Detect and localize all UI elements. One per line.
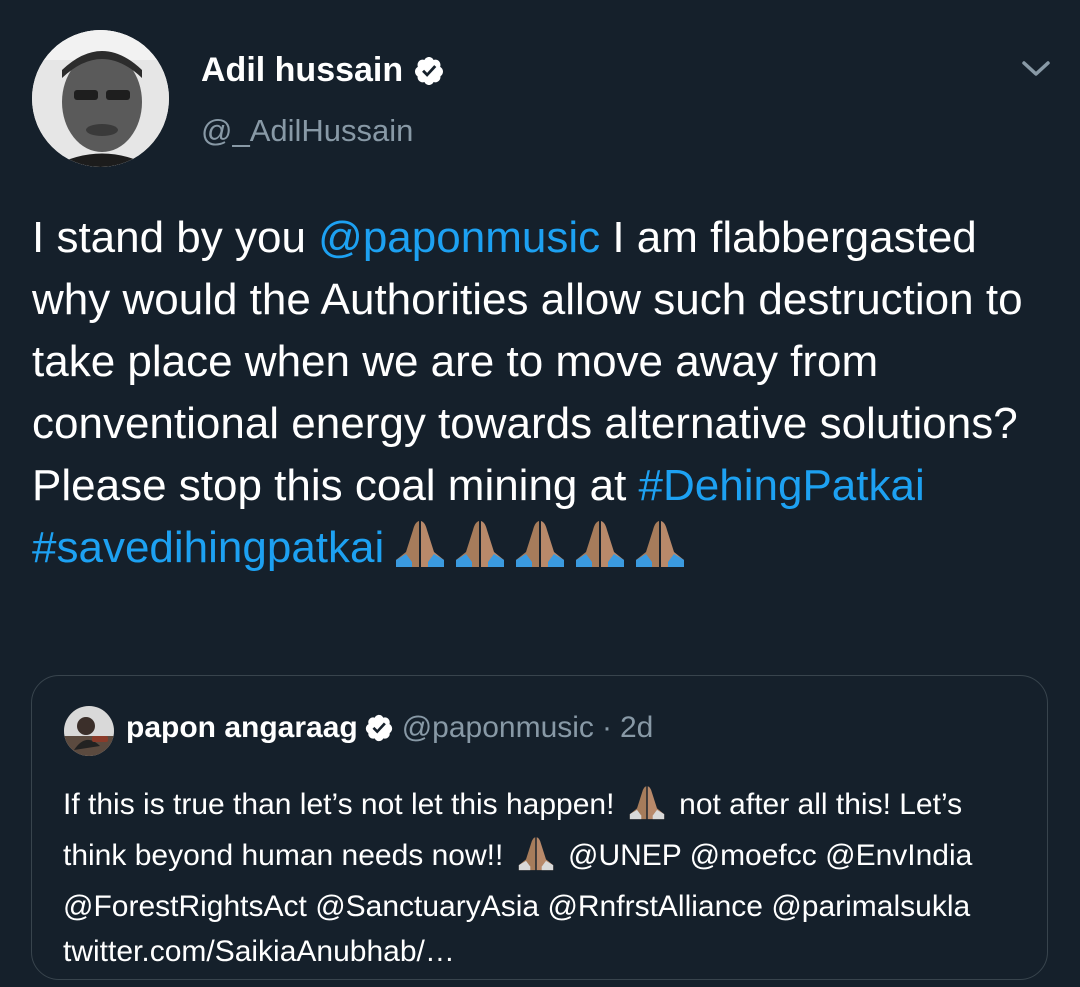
folded-hands-emoji — [452, 518, 508, 585]
folded-hands-emoji — [572, 518, 628, 585]
tweet-text: I stand by you @paponmusic I am flabberg… — [32, 207, 1052, 585]
author-display-name[interactable]: Adil hussain — [201, 51, 403, 90]
separator-dot: · — [601, 711, 612, 744]
verified-badge-icon — [364, 713, 394, 743]
author-avatar[interactable] — [32, 30, 169, 167]
folded-hands-emoji — [632, 518, 688, 585]
quoted-display-name[interactable]: papon angaraag — [126, 711, 358, 745]
folded-hands-emoji — [512, 518, 568, 585]
verified-badge-icon — [413, 55, 445, 87]
quoted-handle[interactable]: @paponmusic — [402, 711, 594, 745]
quoted-tweet-text: If this is true than let’s not let this … — [63, 782, 1023, 974]
folded-hands-emoji — [627, 784, 667, 833]
quoted-mention: @EnvIndia — [825, 839, 973, 872]
quoted-link: twitter.com/SaikiaAnubhab/… — [63, 935, 455, 968]
quoted-mention: @moefcc — [689, 839, 817, 872]
folded-hands-emoji — [392, 518, 448, 585]
author-handle[interactable]: @_AdilHussain — [201, 113, 413, 149]
hashtag-link[interactable]: #DehingPatkai — [639, 461, 925, 510]
quoted-header: papon angaraag @paponmusic · 2d — [126, 711, 653, 745]
chevron-down-icon[interactable] — [1016, 54, 1056, 84]
quoted-author-avatar[interactable] — [64, 706, 114, 756]
quoted-mention: @parimalsukla — [771, 890, 971, 923]
quoted-tweet-card[interactable]: papon angaraag @paponmusic · 2d If this … — [31, 675, 1048, 980]
quoted-mention: @RnfrstAlliance — [547, 890, 763, 923]
quoted-mention: @ForestRightsAct — [63, 890, 307, 923]
author-avatar-image — [32, 30, 169, 167]
hashtag-link[interactable]: #savedihingpatkai — [32, 523, 384, 572]
mention-link[interactable]: @paponmusic — [318, 213, 600, 262]
quoted-mention: @UNEP — [568, 839, 682, 872]
author-name-row: Adil hussain — [201, 51, 445, 90]
quoted-text-part: If this is true than let’s not let this … — [63, 788, 615, 821]
quoted-author-avatar-image — [64, 706, 114, 756]
quoted-timestamp[interactable]: 2d — [620, 711, 653, 745]
tweet-text-part: I stand by you — [32, 213, 319, 262]
quoted-mention: @SanctuaryAsia — [315, 890, 540, 923]
tweet: Adil hussain @_AdilHussain I stand by yo… — [0, 0, 1080, 987]
emoji-row — [392, 518, 688, 585]
folded-hands-emoji — [516, 835, 556, 884]
